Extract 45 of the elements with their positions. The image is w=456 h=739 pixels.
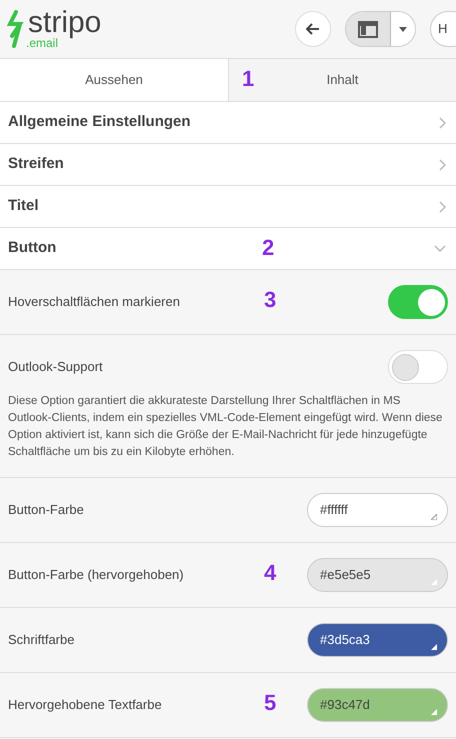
setting-label: Schriftfarbe xyxy=(8,631,74,650)
annotation-number: 4 xyxy=(264,562,276,584)
color-field[interactable]: #e5e5e5 xyxy=(307,558,448,592)
section-title: Streifen xyxy=(8,154,64,174)
logo-icon xyxy=(6,10,26,48)
setting-label: Button-Farbe xyxy=(8,501,84,520)
color-field[interactable]: #93c47d xyxy=(307,688,448,722)
color-value: #3d5ca3 xyxy=(320,631,370,650)
layout-view-button[interactable] xyxy=(346,12,391,46)
arrow-left-icon xyxy=(306,23,320,35)
window-icon xyxy=(358,20,378,38)
setting-label: Hoverschaltflächen markieren xyxy=(8,293,180,312)
color-value: #e5e5e5 xyxy=(320,566,371,584)
caret-icon xyxy=(399,26,407,32)
section-header[interactable]: Button 2 xyxy=(0,228,456,270)
logo-text: stripo xyxy=(28,9,102,37)
section-header[interactable]: Titel xyxy=(0,186,456,228)
back-button[interactable] xyxy=(295,11,331,47)
annotation-number: 3 xyxy=(264,289,276,311)
section-header[interactable]: Allgemeine Einstellungen xyxy=(0,102,456,144)
resize-corner-icon xyxy=(431,644,437,650)
section-title: Titel xyxy=(8,196,39,216)
setting-label: Button-Farbe (hervorgehoben) xyxy=(8,566,184,584)
toggle-switch[interactable] xyxy=(388,350,448,384)
tab[interactable]: Aussehen xyxy=(0,59,228,102)
description-text: Diese Option garantiert die akkurateste Darstellung Ihrer Schaltflächen in MS Outlook-Clients, indem ein spezielles VML-Code-Element eingefügt wird. Wenn diese Option aktiviert ist, kann sich die Größe der E-Mail-Nachricht für jede hinzugefügte Schaltfläche um bis zu ein Kilobyte erhöhen. xyxy=(8,394,444,460)
section-title: Allgemeine Einstellungen xyxy=(8,112,191,132)
setting-label: Hervorgehobene Textfarbe xyxy=(8,696,162,714)
annotation-number: 5 xyxy=(264,692,276,714)
header-button[interactable]: H xyxy=(430,11,456,47)
setting-label: Outlook-Support xyxy=(8,358,103,376)
logo-suffix: .email xyxy=(26,37,58,49)
dropdown-button[interactable] xyxy=(391,12,415,46)
resize-corner-icon xyxy=(431,579,437,585)
section-title: Button xyxy=(8,238,56,258)
color-value: #ffffff xyxy=(320,501,348,520)
annotation-number: 2 xyxy=(262,237,274,259)
resize-corner-icon xyxy=(431,514,437,520)
resize-corner-icon xyxy=(431,709,437,715)
color-field[interactable]: #3d5ca3 xyxy=(307,623,448,657)
annotation-number: 1 xyxy=(242,68,254,90)
color-value: #93c47d xyxy=(320,696,370,714)
color-field[interactable]: #ffffff xyxy=(307,493,448,527)
section-header[interactable]: Streifen xyxy=(0,144,456,186)
toggle-switch[interactable] xyxy=(388,285,448,319)
